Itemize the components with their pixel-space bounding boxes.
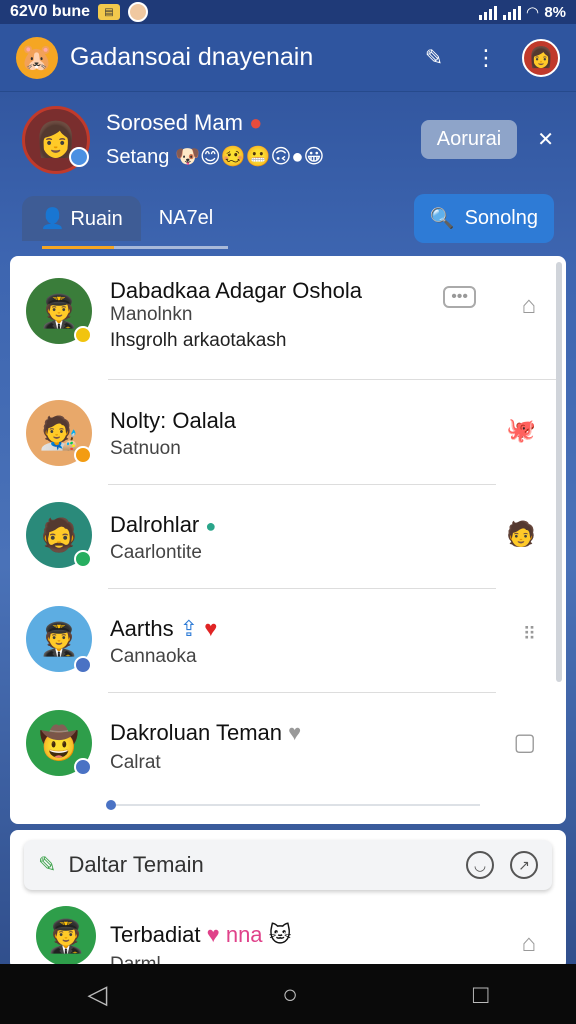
- status-badge: [74, 758, 92, 776]
- tab-main[interactable]: 👤 Ruain: [22, 195, 141, 241]
- friend-sub: Manolnkn: [110, 304, 193, 325]
- octopus-icon[interactable]: 🐙: [506, 416, 536, 445]
- friend-name-text: Dakroluan Teman: [110, 720, 283, 745]
- tab-second[interactable]: NA7el: [141, 197, 231, 240]
- scrollbar[interactable]: [556, 262, 562, 682]
- app-title: Gadansoai dnayenain: [70, 43, 314, 71]
- list-item[interactable]: 🧑‍🎨 Nolty: Oalala Satnuon 🐙: [10, 380, 556, 484]
- user-avatar[interactable]: 👩: [522, 38, 560, 77]
- list-item[interactable]: 🤠 Dakroluan Teman ♥ Calrat ▢: [10, 692, 556, 796]
- profile-avatar[interactable]: 👩: [22, 105, 90, 174]
- smile-icon[interactable]: ◡: [466, 851, 494, 879]
- status-emojis: 🐶😊🥴😬🙃●😀: [174, 146, 325, 168]
- app-face-icon: [128, 2, 149, 22]
- friend-name-text: Dalrohlar: [110, 512, 200, 537]
- list-item[interactable]: 🧑‍✈️ Dabadkaa Adagar Osholа Manolnkn Ihs…: [10, 256, 556, 380]
- friend-sub: Calrat: [110, 752, 161, 773]
- friend-name-text: Aarths: [110, 616, 174, 641]
- status-badge: [74, 550, 92, 568]
- app-bar: 🐹 Gadansoai dnayenain ✎ ⋮ 👩: [0, 24, 576, 92]
- heart-icon: ♥: [204, 616, 218, 641]
- status-badge: [74, 656, 92, 674]
- friend-sub: Satnuon: [110, 438, 181, 459]
- person-icon: 👤: [40, 207, 65, 230]
- friend-list-card: 🧑‍✈️ Dabadkaa Adagar Osholа Manolnkn Ihs…: [10, 256, 566, 824]
- online-badge-icon: [69, 146, 89, 167]
- friend-name: Nolty: Oalala: [110, 408, 236, 433]
- list-item[interactable]: 🧑‍✈️ Terbadiat ♥ nna 🐱 Darml ⌂: [10, 896, 556, 970]
- status-bar: 62V0 bune ▤ ◠ 8%: [0, 0, 576, 24]
- friend-tag: nna: [225, 922, 263, 947]
- home-button-icon[interactable]: ○: [282, 979, 298, 1010]
- friend-sub: Caarlontite: [110, 542, 202, 563]
- friend-name: Aarths ⇪ ♥: [110, 616, 217, 642]
- friend-name-text: Terbadiat: [110, 922, 201, 947]
- tab-indicator: [42, 246, 228, 249]
- share-icon[interactable]: ✎: [418, 42, 450, 74]
- section-title: Daltar Temain: [68, 852, 204, 877]
- note-icon[interactable]: ▢: [513, 728, 536, 757]
- profile-action-button[interactable]: Aorurai: [420, 120, 518, 159]
- friend-name: Dalrohlar ●: [110, 512, 216, 538]
- signal-icon-2: [502, 4, 521, 20]
- profile-status-text: Setang: [106, 146, 170, 168]
- search-icon: 🔍: [429, 207, 455, 230]
- battery-percent: 8%: [544, 3, 566, 21]
- profile-name-text: Sorosed Mam: [106, 110, 243, 135]
- friend-name: Dabadkaa Adagar Osholа: [110, 278, 362, 303]
- list-item[interactable]: 🧑‍✈️ Aarths ⇪ ♥ Cannaoka ⠿: [10, 588, 556, 692]
- profile-header: 👩 Sorosed Mam ● Setang 🐶😊🥴😬🙃●😀 Aorurai ✕: [0, 92, 576, 187]
- search-button-label: Sonolng: [464, 206, 538, 229]
- signal-icon: [478, 4, 497, 20]
- heart-icon: ♥: [288, 720, 302, 745]
- friend-sub: Cannaoka: [110, 646, 197, 667]
- home-icon[interactable]: ⌂: [522, 292, 537, 320]
- scroll-progress-dot[interactable]: [106, 800, 116, 810]
- more-vert-icon[interactable]: ⋮: [470, 42, 502, 74]
- verified-icon: ●: [205, 516, 217, 536]
- status-badge: [74, 326, 92, 344]
- cat-icon: 🐱: [268, 922, 292, 947]
- system-nav-bar: ◁ ○ □: [0, 964, 576, 1024]
- close-icon[interactable]: ✕: [537, 127, 554, 152]
- notification-icon: ▤: [98, 4, 121, 20]
- friend-sub2: Ihsgrolh arkaotakash: [110, 330, 287, 351]
- app-logo-icon: 🐹: [16, 36, 58, 79]
- tab-row: 👤 Ruain NA7el 🔍 Sonolng: [0, 190, 576, 246]
- list-item[interactable]: 🧔 Dalrohlar ● Caarlontite 🧑: [10, 484, 556, 588]
- wifi-icon: ◠: [526, 4, 539, 21]
- dots-grid-icon[interactable]: ⠿: [523, 624, 536, 645]
- heart-icon: ●: [249, 110, 263, 135]
- friend-name: Terbadiat ♥ nna 🐱: [110, 922, 292, 948]
- pencil-icon[interactable]: ✎: [38, 852, 56, 878]
- person-icon[interactable]: 🧑: [506, 520, 536, 549]
- chat-bubble-icon[interactable]: •••: [443, 286, 476, 308]
- heart-icon: ♥: [206, 922, 220, 947]
- profile-name: Sorosed Mam ●: [106, 110, 421, 136]
- profile-status: Setang 🐶😊🥴😬🙃●😀: [106, 144, 421, 169]
- tab-main-label: Ruain: [70, 207, 123, 230]
- friend-avatar: 🧑‍✈️: [36, 906, 96, 966]
- friend-list-section: ✎ Daltar Temain ◡ ↗ 🧑‍✈️ Terbadiat ♥ nna…: [10, 830, 566, 970]
- home-icon[interactable]: ⌂: [522, 930, 537, 958]
- back-icon[interactable]: ◁: [87, 979, 107, 1010]
- compass-icon[interactable]: ↗: [510, 851, 538, 879]
- section-header: ✎ Daltar Temain ◡ ↗: [24, 840, 552, 890]
- status-left-text: 62V0 bune: [10, 3, 91, 20]
- recents-icon[interactable]: □: [473, 979, 489, 1010]
- scroll-progress-track: [110, 804, 480, 806]
- search-button[interactable]: 🔍 Sonolng: [413, 193, 554, 243]
- status-badge: [74, 446, 92, 464]
- friend-name: Dakroluan Teman ♥: [110, 720, 301, 746]
- share-icon: ⇪: [179, 616, 199, 641]
